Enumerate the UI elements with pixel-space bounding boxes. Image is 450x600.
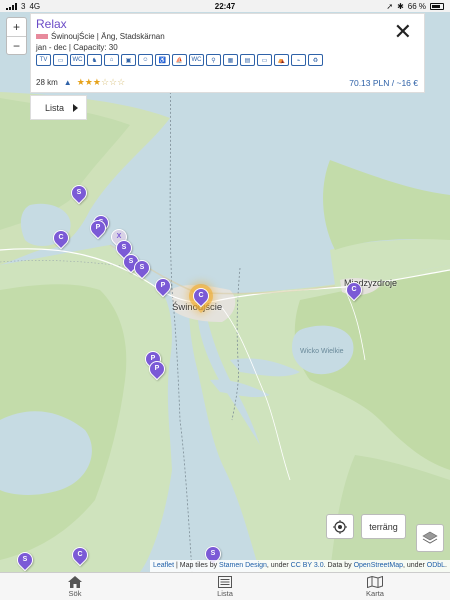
- list-icon: [218, 575, 232, 588]
- map-attribution: Leaflet | Map tiles by Stamen Design, un…: [150, 560, 450, 572]
- attribution-text: .: [445, 562, 447, 569]
- attribution-text: , under: [266, 562, 291, 569]
- close-icon[interactable]: ✕: [394, 21, 412, 43]
- facility-icon: ⌁: [291, 54, 306, 66]
- star-empty-icon: ☆: [117, 77, 126, 87]
- price: 70.13 PLN / ~16 €: [349, 77, 418, 88]
- star-filled-icon: ★: [92, 77, 101, 87]
- facility-icon: ☺: [138, 54, 153, 66]
- facility-icon: ♻: [308, 54, 323, 66]
- tab-label: Sök: [68, 588, 82, 598]
- zoom-in-button[interactable]: +: [7, 18, 26, 36]
- facility-icon: ⛺: [274, 54, 289, 66]
- facility-icon: ▦: [223, 54, 238, 66]
- star-empty-icon: ☆: [100, 77, 110, 87]
- star-filled-icon: ★: [76, 77, 85, 87]
- marker-letter: S: [139, 264, 145, 271]
- odbl-link[interactable]: ODbL: [427, 562, 445, 569]
- cc-link[interactable]: CC BY 3.0: [291, 562, 324, 569]
- locate-icon: [333, 519, 347, 534]
- facility-icons: TV ▭ WC ♞ ⌂ ▣ ☺ ♿ ⛵ WC ⚲ ▦ ▤ ▭ ⛺ ⌁ ♻: [36, 54, 419, 66]
- battery-icon: [430, 2, 444, 10]
- lake-label-wicko-wielkie: Wicko Wielkie: [300, 348, 344, 355]
- zoom-out-button[interactable]: −: [7, 36, 26, 54]
- zoom-control: + −: [6, 17, 27, 55]
- tab-label: Lista: [217, 588, 233, 598]
- panel-footer: 28 km ▲ ★★★☆☆☆ 70.13 PLN / ~16 €: [36, 77, 418, 88]
- marker-letter: P: [95, 224, 101, 231]
- facility-icon: ♿: [155, 54, 170, 66]
- season-capacity: jan - dec | Capacity: 30: [36, 43, 118, 52]
- terrain-button[interactable]: terräng: [361, 514, 406, 539]
- tab-karta[interactable]: Karta: [300, 573, 450, 600]
- clock: 22:47: [214, 1, 236, 11]
- layers-icon: [422, 531, 438, 544]
- facility-icon: ▣: [121, 54, 136, 66]
- marker-letter: S: [76, 189, 82, 196]
- marker-letter: P: [154, 365, 160, 372]
- caret-right-icon: [73, 104, 78, 112]
- attribution-text: . Data by: [323, 562, 354, 569]
- tab-lista[interactable]: Lista: [150, 573, 300, 600]
- lista-button[interactable]: Lista: [30, 95, 87, 120]
- star-empty-icon: ☆: [109, 77, 118, 87]
- marker-letter: C: [58, 234, 64, 241]
- facility-icon: ▭: [257, 54, 272, 66]
- flag-icon: [36, 34, 48, 39]
- marker-letter: C: [351, 286, 357, 293]
- marker-letter: C: [198, 292, 204, 299]
- lista-button-label: Lista: [45, 102, 65, 113]
- facility-icon: ⚲: [206, 54, 221, 66]
- tab-sok[interactable]: Sök: [0, 573, 150, 600]
- marker-letter: S: [22, 556, 28, 563]
- home-icon: [68, 575, 82, 588]
- facility-icon: ▤: [240, 54, 255, 66]
- facility-icon: WC: [70, 54, 85, 66]
- locate-button[interactable]: [326, 514, 354, 539]
- attribution-text: , under: [403, 562, 427, 569]
- marker-letter: S: [210, 550, 216, 557]
- status-bar: 3 4G 22:47 ➚ ✱ 66 %: [0, 0, 450, 12]
- facility-icon: ⌂: [104, 54, 119, 66]
- star-filled-icon: ★: [84, 77, 93, 87]
- facility-icon: TV: [36, 54, 51, 66]
- direction-arrow-icon: ▲: [63, 78, 72, 87]
- facility-icon: ⛵: [172, 54, 187, 66]
- distance: 28 km: [36, 78, 58, 87]
- campsite-title[interactable]: Relax: [36, 17, 419, 31]
- campsite-info-panel[interactable]: Relax ✕ ŚwinoujŚcie | Äng, Stadskärnan j…: [30, 13, 425, 93]
- facility-icon: ▭: [53, 54, 68, 66]
- osm-link[interactable]: OpenStreetMap: [354, 562, 403, 569]
- leaflet-link[interactable]: Leaflet: [153, 562, 174, 569]
- rating-stars: ★★★☆☆☆: [77, 77, 125, 88]
- map-icon: [367, 575, 383, 588]
- marker-letter: P: [160, 282, 166, 289]
- tab-bar: Sök Lista Karta: [0, 572, 450, 600]
- facility-icon: WC: [189, 54, 204, 66]
- campsite-location: ŚwinoujŚcie | Äng, Stadskärnan: [36, 32, 419, 41]
- marker-letter: C: [77, 551, 83, 558]
- attribution-text: | Map tiles by: [174, 562, 220, 569]
- location-text: ŚwinoujŚcie | Äng, Stadskärnan: [51, 32, 165, 41]
- layers-button[interactable]: [416, 524, 444, 552]
- tab-label: Karta: [366, 588, 384, 598]
- stamen-link[interactable]: Stamen Design: [219, 562, 267, 569]
- facility-icon: ♞: [87, 54, 102, 66]
